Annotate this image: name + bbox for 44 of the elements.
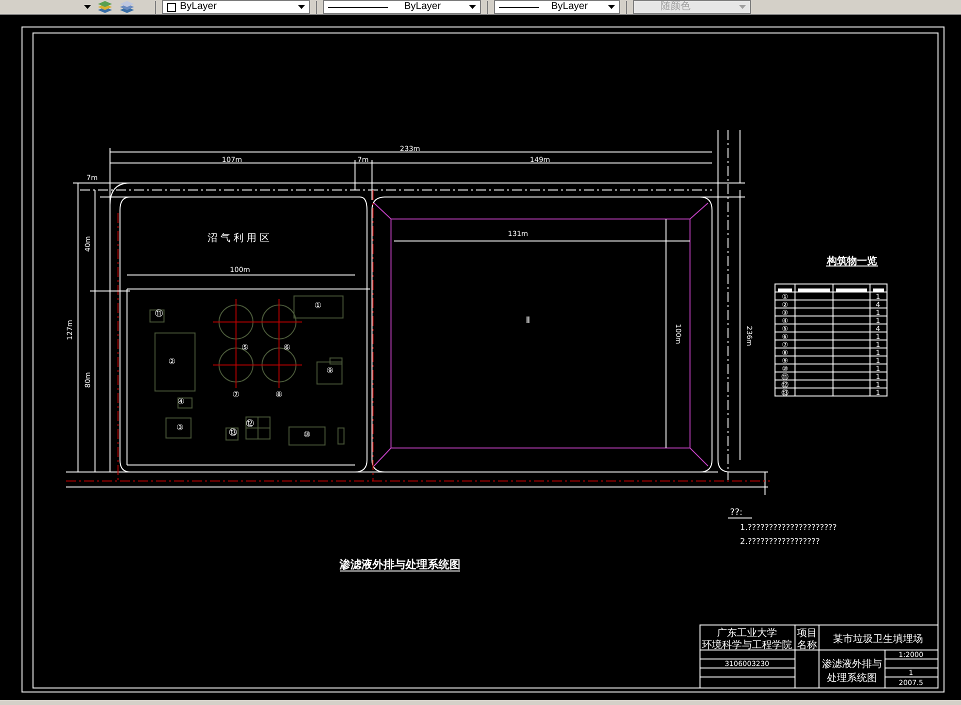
property-dropdown[interactable]: ByLayer xyxy=(323,0,481,14)
caret-icon xyxy=(298,5,305,9)
dropdown-value: ByLayer xyxy=(551,2,588,12)
structure-number: ② xyxy=(168,357,176,366)
notes-heading: ??: xyxy=(730,508,743,518)
zone-label: 沼气利用区 xyxy=(208,233,272,244)
property-dropdown[interactable]: ByLayer xyxy=(162,0,310,14)
field-label: 项目 xyxy=(797,628,817,639)
layers-icon[interactable] xyxy=(97,0,113,14)
property-dropdown[interactable]: ByLayer xyxy=(494,0,620,14)
structure-number: ⑥ xyxy=(283,343,291,352)
color-swatch-icon xyxy=(167,2,176,12)
dropdown-value: 随颜色 xyxy=(660,2,690,12)
table-title: 构筑物一览 xyxy=(827,256,877,267)
structure-number: ① xyxy=(314,301,322,310)
caret-icon xyxy=(468,5,476,9)
department-name: 环境科学与工程学院 xyxy=(702,640,792,651)
line-sample-icon xyxy=(499,6,539,8)
structure-number: ⑪ xyxy=(155,309,163,318)
structure-number: ④ xyxy=(177,397,185,406)
structure-number: ⑤ xyxy=(241,343,249,352)
dropdown-value: ByLayer xyxy=(180,2,217,12)
pond-number: Ⅱ xyxy=(526,316,530,326)
line-sample-icon xyxy=(328,6,388,8)
caret-icon[interactable] xyxy=(84,5,91,9)
structure-number: ⑫ xyxy=(246,419,254,428)
structure-number: ⑦ xyxy=(232,390,240,399)
field-label: 名称 xyxy=(797,640,817,651)
structure-number: ⑩ xyxy=(303,430,311,439)
caret-icon xyxy=(738,5,746,9)
structure-number: ⑬ xyxy=(229,428,237,437)
caret-icon xyxy=(608,5,615,9)
project-name: 某市垃圾卫生填埋场 xyxy=(833,634,923,645)
note-text: 2.????????????????? xyxy=(740,537,820,546)
structure-number: ⑨ xyxy=(326,366,334,375)
drawing-name: 处理系统图 xyxy=(827,673,877,684)
dropdown-value: ByLayer xyxy=(404,2,441,12)
structure-number: ⑧ xyxy=(275,390,283,399)
school-name: 广东工业大学 xyxy=(717,628,777,639)
note-text: 1.????????????????????? xyxy=(740,523,837,532)
structure-number: ③ xyxy=(176,423,184,432)
drawing-name: 渗滤液外排与 xyxy=(822,659,882,670)
drawing-title: 渗滤液外排与处理系统图 xyxy=(340,558,460,571)
layers-icon[interactable] xyxy=(119,0,135,14)
